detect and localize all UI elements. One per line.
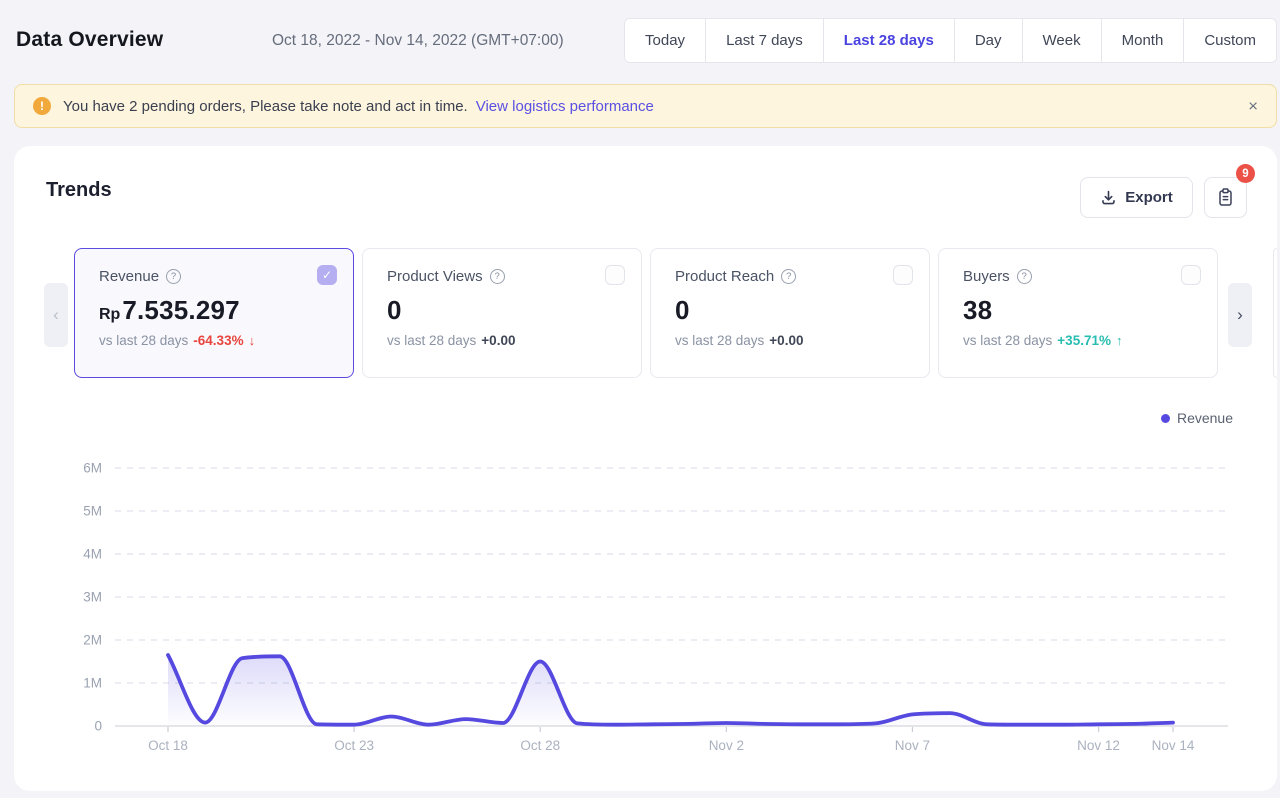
tab-month[interactable]: Month <box>1102 19 1185 62</box>
chevron-left-icon: ‹ <box>53 305 59 325</box>
metric-value: 0 <box>387 295 402 326</box>
metric-checkbox[interactable] <box>1181 265 1201 285</box>
revenue-trend-chart[interactable]: 0 1M 2M 3M 4M 5M 6M Oct 18 Oct 23 Oct 28 Nov 2 Nov … <box>14 396 1276 776</box>
trends-title: Trends <box>46 179 112 202</box>
date-range-text: Oct 18, 2022 - Nov 14, 2022 (GMT+07:00) <box>272 32 564 50</box>
svg-text:Oct 28: Oct 28 <box>520 738 560 753</box>
logistics-performance-link[interactable]: View logistics performance <box>476 98 654 115</box>
metric-card-product-views[interactable]: Product Views ? 0 vs last 28 days +0.00 <box>362 248 642 378</box>
warning-icon: ! <box>33 97 51 115</box>
chevron-right-icon: › <box>1237 305 1243 325</box>
arrow-up-icon: ↑ <box>1116 333 1123 348</box>
export-button-label: Export <box>1125 189 1173 206</box>
metric-checkbox[interactable]: ✓ <box>317 265 337 285</box>
download-icon <box>1100 189 1117 206</box>
compare-label: vs last 28 days <box>99 333 188 348</box>
svg-text:1M: 1M <box>83 676 102 691</box>
svg-text:2M: 2M <box>83 633 102 648</box>
change-value: +35.71% <box>1057 333 1111 348</box>
tab-custom[interactable]: Custom <box>1184 19 1276 62</box>
metric-title: Revenue <box>99 268 159 285</box>
change-value: +0.00 <box>769 333 803 348</box>
cards-next-button[interactable]: › <box>1228 283 1252 347</box>
change-value: -64.33% <box>193 333 243 348</box>
metric-card-revenue[interactable]: Revenue ? ✓ Rp 7.535.297 vs last 28 days… <box>74 248 354 378</box>
tab-last-28-days[interactable]: Last 28 days <box>824 19 955 62</box>
svg-text:6M: 6M <box>83 461 102 476</box>
svg-text:Nov 2: Nov 2 <box>709 738 744 753</box>
help-icon[interactable]: ? <box>1017 269 1032 284</box>
help-icon[interactable]: ? <box>166 269 181 284</box>
arrow-down-icon: ↓ <box>249 333 256 348</box>
clipboard-button[interactable] <box>1204 177 1247 218</box>
export-button[interactable]: Export <box>1080 177 1193 218</box>
clipped-next-card <box>1273 248 1277 378</box>
tab-week[interactable]: Week <box>1023 19 1102 62</box>
banner-message: You have 2 pending orders, Please take n… <box>63 98 468 115</box>
date-range-tab-group: Today Last 7 days Last 28 days Day Week … <box>624 18 1277 63</box>
help-icon[interactable]: ? <box>490 269 505 284</box>
svg-text:Nov 7: Nov 7 <box>895 738 930 753</box>
svg-text:0: 0 <box>94 719 102 734</box>
compare-label: vs last 28 days <box>963 333 1052 348</box>
currency-prefix: Rp <box>99 306 120 324</box>
metric-checkbox[interactable] <box>605 265 625 285</box>
clipboard-icon <box>1216 187 1235 208</box>
svg-text:4M: 4M <box>83 547 102 562</box>
metric-card-product-reach[interactable]: Product Reach ? 0 vs last 28 days +0.00 <box>650 248 930 378</box>
metric-title: Buyers <box>963 268 1010 285</box>
svg-text:Nov 14: Nov 14 <box>1152 738 1195 753</box>
compare-label: vs last 28 days <box>675 333 764 348</box>
change-value: +0.00 <box>481 333 515 348</box>
svg-text:Nov 12: Nov 12 <box>1077 738 1120 753</box>
svg-text:3M: 3M <box>83 590 102 605</box>
help-icon[interactable]: ? <box>781 269 796 284</box>
svg-text:Oct 18: Oct 18 <box>148 738 188 753</box>
tab-day[interactable]: Day <box>955 19 1023 62</box>
metric-card-buyers[interactable]: Buyers ? 38 vs last 28 days +35.71% ↑ <box>938 248 1218 378</box>
notification-badge: 9 <box>1236 164 1255 183</box>
trends-panel: Trends Export 9 ‹ › Revenue ? ✓ Rp <box>14 146 1277 791</box>
tab-last-7-days[interactable]: Last 7 days <box>706 19 824 62</box>
metric-value: 7.535.297 <box>122 295 239 326</box>
metric-title: Product Views <box>387 268 483 285</box>
metric-value: 38 <box>963 295 992 326</box>
metric-checkbox[interactable] <box>893 265 913 285</box>
metric-title: Product Reach <box>675 268 774 285</box>
pending-orders-banner: ! You have 2 pending orders, Please take… <box>14 84 1277 128</box>
close-icon[interactable]: × <box>1248 98 1258 115</box>
metric-value: 0 <box>675 295 690 326</box>
page-title: Data Overview <box>16 28 163 52</box>
check-icon: ✓ <box>322 268 332 282</box>
svg-text:5M: 5M <box>83 504 102 519</box>
compare-label: vs last 28 days <box>387 333 476 348</box>
cards-prev-button[interactable]: ‹ <box>44 283 68 347</box>
svg-text:Oct 23: Oct 23 <box>334 738 374 753</box>
tab-today[interactable]: Today <box>625 19 706 62</box>
